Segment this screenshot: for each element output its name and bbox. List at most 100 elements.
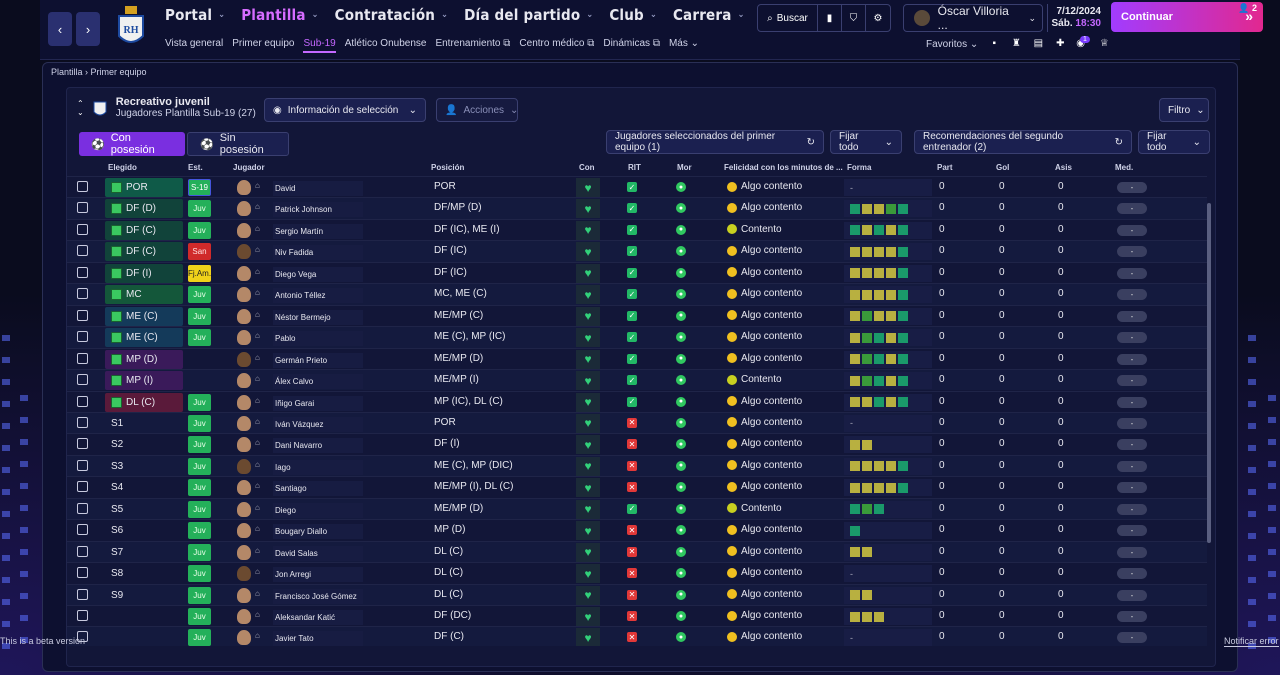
selected-players-button[interactable]: Jugadores seleccionados del primer equip… xyxy=(606,130,824,154)
table-row[interactable]: DL (C) Juv ⌂ Iñigo Garai MP (IC), DL (C) ♥ ✓ ● A… xyxy=(67,390,1207,412)
player-name[interactable]: Dani Navarro xyxy=(273,438,363,454)
select-checkbox[interactable] xyxy=(77,588,88,600)
table-row[interactable]: MP (I) ⌂ Álex Calvo ME/MP (I) ♥ ✓ ● Contento 0 0 0… xyxy=(67,369,1207,391)
selection-slot[interactable]: S9 xyxy=(105,586,183,605)
player-name[interactable]: David xyxy=(273,181,363,196)
table-row[interactable]: S3 Juv ⌂ Iago ME (C), MP (DIC) ♥ ✕ ● Algo conten… xyxy=(67,454,1207,477)
select-checkbox[interactable] xyxy=(77,459,88,471)
bookmark-button[interactable]: ▮ xyxy=(818,5,842,31)
table-row[interactable]: DF (C) Juv ⌂ Sergio Martín DF (IC), ME (I) ♥ ✓… xyxy=(67,218,1207,240)
player-name[interactable]: Francisco José Gómez xyxy=(273,588,363,604)
player-name[interactable]: Jon Arregi xyxy=(273,567,363,583)
tab-con-posesion[interactable]: ⚽ Con posesión xyxy=(79,132,185,156)
subnav-entrenamiento[interactable]: Entrenamiento ⧉ xyxy=(435,38,510,53)
player-name[interactable]: Pablo xyxy=(273,331,363,347)
table-row[interactable]: Juv ⌂ Javier Tato DF (C) ♥ ✕ ● Algo contento - 0 0… xyxy=(67,626,1207,646)
subnav-dinamicas[interactable]: Dinámicas ⧉ xyxy=(603,38,660,53)
player-name[interactable]: Aleksandar Katić xyxy=(273,610,363,625)
selection-slot[interactable] xyxy=(105,628,183,646)
selection-slot[interactable]: DF (I) xyxy=(105,263,183,283)
select-checkbox[interactable] xyxy=(77,481,88,493)
select-checkbox[interactable] xyxy=(77,610,88,621)
selection-slot[interactable]: S6 xyxy=(105,521,183,540)
fix-all-dropdown-2[interactable]: Fijar todo ⌄ xyxy=(1138,130,1210,154)
player-name[interactable]: Iago xyxy=(273,459,363,475)
breadcrumb-plantilla[interactable]: Plantilla xyxy=(51,67,83,77)
col-posicion[interactable]: Posición xyxy=(431,163,464,172)
table-row[interactable]: MC Juv ⌂ Antonio Téllez MC, ME (C) ♥ ✓ ● Algo co… xyxy=(67,283,1207,305)
nav-plantilla[interactable]: Plantilla ⌄ xyxy=(241,6,318,24)
table-row[interactable]: Juv ⌂ Aleksandar Katić DF (DC) ♥ ✕ ● Algo conte… xyxy=(67,605,1207,626)
table-row[interactable]: S8 Juv ⌂ Jon Arregi DL (C) ♥ ✕ ● Algo contento - 0… xyxy=(67,562,1207,584)
subnav-mas[interactable]: Más ⌄ xyxy=(669,38,699,53)
select-checkbox[interactable] xyxy=(77,223,88,235)
search-button[interactable]: ⌕ Buscar xyxy=(758,5,818,31)
player-name[interactable]: Patrick Johnson xyxy=(273,202,363,218)
table-row[interactable]: S6 Juv ⌂ Bougary Diallo MP (D) ♥ ✕ ● Algo conten… xyxy=(67,519,1207,541)
favorites-dropdown[interactable]: Favoritos ⌄ xyxy=(926,39,978,50)
medical-icon[interactable]: ✚ xyxy=(1054,38,1066,50)
table-row[interactable]: S9 Juv ⌂ Francisco José Gómez DL (C) ♥ ✕ ● Algo … xyxy=(67,583,1207,605)
selection-slot[interactable]: MC xyxy=(105,285,183,305)
player-name[interactable]: Diego xyxy=(273,502,363,518)
selection-slot[interactable]: DF (D) xyxy=(105,199,183,219)
select-checkbox[interactable] xyxy=(77,352,88,364)
col-felicidad[interactable]: Felicidad con los minutos de ... xyxy=(724,163,843,172)
player-name[interactable]: Diego Vega xyxy=(273,266,363,282)
filter-dropdown[interactable]: Filtro ⌄ xyxy=(1159,98,1209,122)
selection-slot[interactable]: S2 xyxy=(105,435,183,454)
selection-slot[interactable]: DL (C) xyxy=(105,392,183,412)
subnav-vista-general[interactable]: Vista general xyxy=(165,38,223,53)
select-checkbox[interactable] xyxy=(77,567,88,579)
selection-slot[interactable]: MP (D) xyxy=(105,349,183,369)
selection-slot[interactable]: DF (C) xyxy=(105,242,183,262)
player-name[interactable]: David Salas xyxy=(273,545,363,561)
select-checkbox[interactable] xyxy=(77,524,88,536)
subnav-primer-equipo[interactable]: Primer equipo xyxy=(232,38,294,53)
subnav-centro-medico[interactable]: Centro médico ⧉ xyxy=(519,38,594,53)
table-row[interactable]: POR S-19 ⌂ David POR ♥ ✓ ● Algo contento - 0 0 0 - xyxy=(67,176,1207,197)
col-asis[interactable]: Asis xyxy=(1055,163,1072,172)
selection-slot[interactable]: ME (C) xyxy=(105,306,183,326)
player-name[interactable]: Germán Prieto xyxy=(273,352,363,368)
player-name[interactable]: Néstor Bermejo xyxy=(273,309,363,325)
chat-icon[interactable]: ▪ xyxy=(988,38,1000,50)
select-checkbox[interactable] xyxy=(77,545,88,557)
col-rit[interactable]: RIT xyxy=(628,163,641,172)
breadcrumb-primer-equipo[interactable]: Primer equipo xyxy=(91,67,147,77)
fix-all-dropdown[interactable]: Fijar todo ⌄ xyxy=(830,130,902,154)
selection-slot[interactable]: S4 xyxy=(105,478,183,497)
settings-button[interactable]: ⚙ xyxy=(866,5,890,31)
table-row[interactable]: ME (C) Juv ⌂ Néstor Bermejo ME/MP (C) ♥ ✓ ● Algo… xyxy=(67,304,1207,326)
player-name[interactable]: Iñigo Garai xyxy=(273,395,363,411)
clipboard-icon[interactable]: ▤ xyxy=(1032,38,1044,50)
selection-slot[interactable]: S1 xyxy=(105,414,183,433)
selection-slot[interactable]: S7 xyxy=(105,543,183,562)
nav-contratacion[interactable]: Contratación ⌄ xyxy=(335,6,448,24)
player-name[interactable]: Bougary Diallo xyxy=(273,524,363,540)
col-part[interactable]: Part xyxy=(937,163,953,172)
actions-dropdown[interactable]: 👤 Acciones ⌄ xyxy=(436,98,518,122)
expand-collapse-icon[interactable]: ⌃ ⌄ xyxy=(77,99,84,117)
report-error-link[interactable]: Notificar error xyxy=(1224,636,1279,647)
table-row[interactable]: S1 Juv ⌂ Iván Vázquez POR ♥ ✕ ● Algo contento - 0 0… xyxy=(67,411,1207,434)
select-checkbox[interactable] xyxy=(77,331,88,343)
trophy-icon[interactable]: ♕ xyxy=(1098,38,1110,50)
manager-profile[interactable]: Óscar Villoria ... ⌄ xyxy=(903,4,1043,32)
table-row[interactable]: ME (C) Juv ⌂ Pablo ME (C), MP (IC) ♥ ✓ ● Algo co… xyxy=(67,326,1207,348)
nav-carrera[interactable]: Carrera ⌄ xyxy=(673,6,745,24)
selection-slot[interactable]: MP (I) xyxy=(105,371,183,391)
table-row[interactable]: DF (C) San ⌂ Niv Fadida DF (IC) ♥ ✓ ● Algo conte… xyxy=(67,240,1207,262)
table-row[interactable]: DF (D) Juv ⌂ Patrick Johnson DF/MP (D) ♥ ✓ ● Alg… xyxy=(67,197,1207,219)
forward-button[interactable]: › xyxy=(76,12,100,46)
table-row[interactable]: DF (I) Fj.Am. ⌂ Diego Vega DF (IC) ♥ ✓ ● Algo co… xyxy=(67,261,1207,283)
player-name[interactable]: Niv Fadida xyxy=(273,245,363,261)
select-checkbox[interactable] xyxy=(77,202,88,214)
table-row[interactable]: S7 Juv ⌂ David Salas DL (C) ♥ ✕ ● Algo contento 0… xyxy=(67,540,1207,563)
nav-dia-del-partido[interactable]: Día del partido ⌄ xyxy=(464,6,593,24)
selection-slot[interactable]: ME (C) xyxy=(105,328,183,348)
col-mor[interactable]: Mor xyxy=(677,163,692,172)
col-forma[interactable]: Forma xyxy=(847,163,871,172)
select-checkbox[interactable] xyxy=(77,309,88,321)
subnav-atletico-onubense[interactable]: Atlético Onubense xyxy=(345,38,427,53)
